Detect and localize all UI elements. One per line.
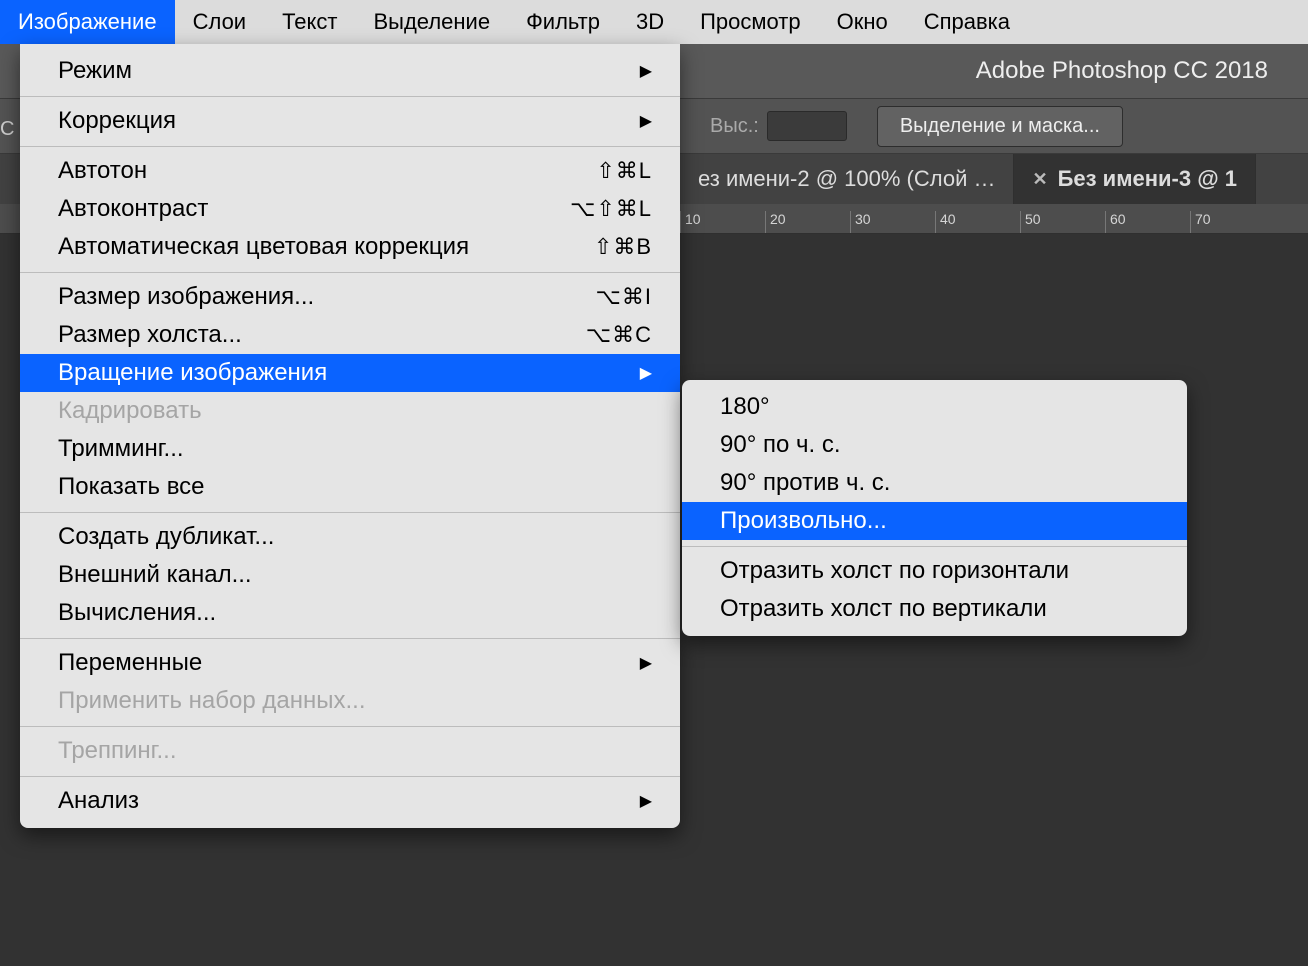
document-tab[interactable]: ез имени-2 @ 100% (Слой …: [680, 154, 1014, 204]
submenu-item[interactable]: 180°: [682, 388, 1187, 426]
ruler-tick: 20: [765, 211, 850, 233]
menu-item[interactable]: Вращение изображения ▶: [20, 354, 680, 392]
menubar-item-изображение[interactable]: Изображение: [0, 0, 175, 44]
menubar-item-3d[interactable]: 3D: [618, 0, 682, 44]
menubar-item-окно[interactable]: Окно: [819, 0, 906, 44]
menu-item[interactable]: Автоматическая цветовая коррекция⇧⌘B: [20, 228, 680, 266]
app-title: Adobe Photoshop CC 2018: [976, 57, 1268, 85]
image-menu-dropdown: Режим▶Коррекция▶Автотон⇧⌘LАвтоконтраст⌥⇧…: [20, 44, 680, 828]
menu-item-label: Тримминг...: [58, 435, 652, 463]
menu-item-label: Коррекция: [58, 107, 628, 135]
menu-item-label: Показать все: [58, 473, 652, 501]
menu-item-label: Автоматическая цветовая коррекция: [58, 233, 594, 261]
menu-separator: [20, 506, 680, 518]
menu-item[interactable]: Коррекция ▶: [20, 102, 680, 140]
rotation-submenu: 180° 90° по ч. с. 90° против ч. с. Произвол…: [682, 380, 1187, 636]
menu-item-label: Автотон: [58, 157, 596, 185]
menu-item: Кадрировать: [20, 392, 680, 430]
menubar-item-справка[interactable]: Справка: [906, 0, 1028, 44]
menu-item-label: Режим: [58, 57, 628, 85]
menu-item-shortcut: ⌥⇧⌘L: [570, 196, 652, 222]
submenu-arrow-icon: ▶: [640, 791, 652, 811]
submenu-item[interactable]: Произвольно...: [682, 502, 1187, 540]
close-icon[interactable]: ✕: [1032, 169, 1047, 190]
submenu-arrow-icon: ▶: [640, 111, 652, 131]
menu-item-label: Применить набор данных...: [58, 687, 652, 715]
menu-item-label: Создать дубликат...: [58, 523, 652, 551]
submenu-item-label: 180°: [720, 393, 1159, 421]
menu-separator: [20, 632, 680, 644]
menu-item[interactable]: Режим ▶: [20, 52, 680, 90]
height-input[interactable]: [767, 111, 847, 141]
ruler-tick: 30: [850, 211, 935, 233]
ruler-tick: 60: [1105, 211, 1190, 233]
submenu-item-label: 90° против ч. с.: [720, 469, 1159, 497]
submenu-item-label: 90° по ч. с.: [720, 431, 1159, 459]
submenu-item[interactable]: 90° против ч. с.: [682, 464, 1187, 502]
menu-item-label: Вычисления...: [58, 599, 652, 627]
menubar-item-выделение[interactable]: Выделение: [355, 0, 508, 44]
menu-item[interactable]: Анализ ▶: [20, 782, 680, 820]
menu-item[interactable]: Переменные ▶: [20, 644, 680, 682]
menu-item-label: Переменные: [58, 649, 628, 677]
menu-item-label: Анализ: [58, 787, 628, 815]
submenu-item[interactable]: 90° по ч. с.: [682, 426, 1187, 464]
menu-item-shortcut: ⇧⌘L: [596, 158, 652, 184]
menubar-item-фильтр[interactable]: Фильтр: [508, 0, 618, 44]
height-label: Выс.:: [710, 115, 759, 138]
menu-item-label: Вращение изображения: [58, 359, 628, 387]
left-edge-fragment: С: [0, 118, 14, 141]
menu-item-label: Внешний канал...: [58, 561, 652, 589]
menu-item[interactable]: Автотон⇧⌘L: [20, 152, 680, 190]
menu-item-shortcut: ⌥⌘C: [586, 322, 652, 348]
menu-separator: [20, 266, 680, 278]
ruler-tick: 70: [1190, 211, 1275, 233]
menu-item: Треппинг...: [20, 732, 680, 770]
submenu-arrow-icon: ▶: [640, 653, 652, 673]
tab-label: Без имени-3 @ 1: [1058, 166, 1237, 192]
menubar-item-слои[interactable]: Слои: [175, 0, 265, 44]
menu-item[interactable]: Показать все: [20, 468, 680, 506]
menu-item[interactable]: Вычисления...: [20, 594, 680, 632]
menu-separator: [682, 540, 1187, 552]
menubar-item-текст[interactable]: Текст: [264, 0, 355, 44]
menu-item-label: Треппинг...: [58, 737, 652, 765]
menu-item[interactable]: Тримминг...: [20, 430, 680, 468]
menu-separator: [20, 140, 680, 152]
submenu-item-label: Произвольно...: [720, 507, 1159, 535]
tab-label: ез имени-2 @ 100% (Слой …: [698, 166, 995, 192]
menu-item-shortcut: ⇧⌘B: [594, 234, 652, 260]
ruler-tick: 40: [935, 211, 1020, 233]
document-tab-active[interactable]: ✕ Без имени-3 @ 1: [1014, 154, 1256, 204]
menu-item-label: Автоконтраст: [58, 195, 570, 223]
menu-item: Применить набор данных...: [20, 682, 680, 720]
menubar: ИзображениеСлоиТекстВыделениеФильтр3DПро…: [0, 0, 1308, 44]
menu-separator: [20, 720, 680, 732]
menu-separator: [20, 770, 680, 782]
menu-item-label: Кадрировать: [58, 397, 652, 425]
menu-item[interactable]: Внешний канал...: [20, 556, 680, 594]
menu-item-shortcut: ⌥⌘I: [596, 284, 652, 310]
menubar-item-просмотр[interactable]: Просмотр: [682, 0, 818, 44]
submenu-arrow-icon: ▶: [640, 61, 652, 81]
ruler-tick: 50: [1020, 211, 1105, 233]
menu-item[interactable]: Автоконтраст⌥⇧⌘L: [20, 190, 680, 228]
menu-item[interactable]: Создать дубликат...: [20, 518, 680, 556]
menu-item[interactable]: Размер изображения...⌥⌘I: [20, 278, 680, 316]
submenu-arrow-icon: ▶: [640, 363, 652, 383]
submenu-item-label: Отразить холст по горизонтали: [720, 557, 1159, 585]
submenu-item[interactable]: Отразить холст по вертикали: [682, 590, 1187, 628]
menu-item[interactable]: Размер холста...⌥⌘C: [20, 316, 680, 354]
menu-item-label: Размер изображения...: [58, 283, 596, 311]
menu-item-label: Размер холста...: [58, 321, 586, 349]
submenu-item[interactable]: Отразить холст по горизонтали: [682, 552, 1187, 590]
ruler-tick: 10: [680, 211, 765, 233]
submenu-item-label: Отразить холст по вертикали: [720, 595, 1159, 623]
select-and-mask-button[interactable]: Выделение и маска...: [877, 106, 1123, 147]
menu-separator: [20, 90, 680, 102]
